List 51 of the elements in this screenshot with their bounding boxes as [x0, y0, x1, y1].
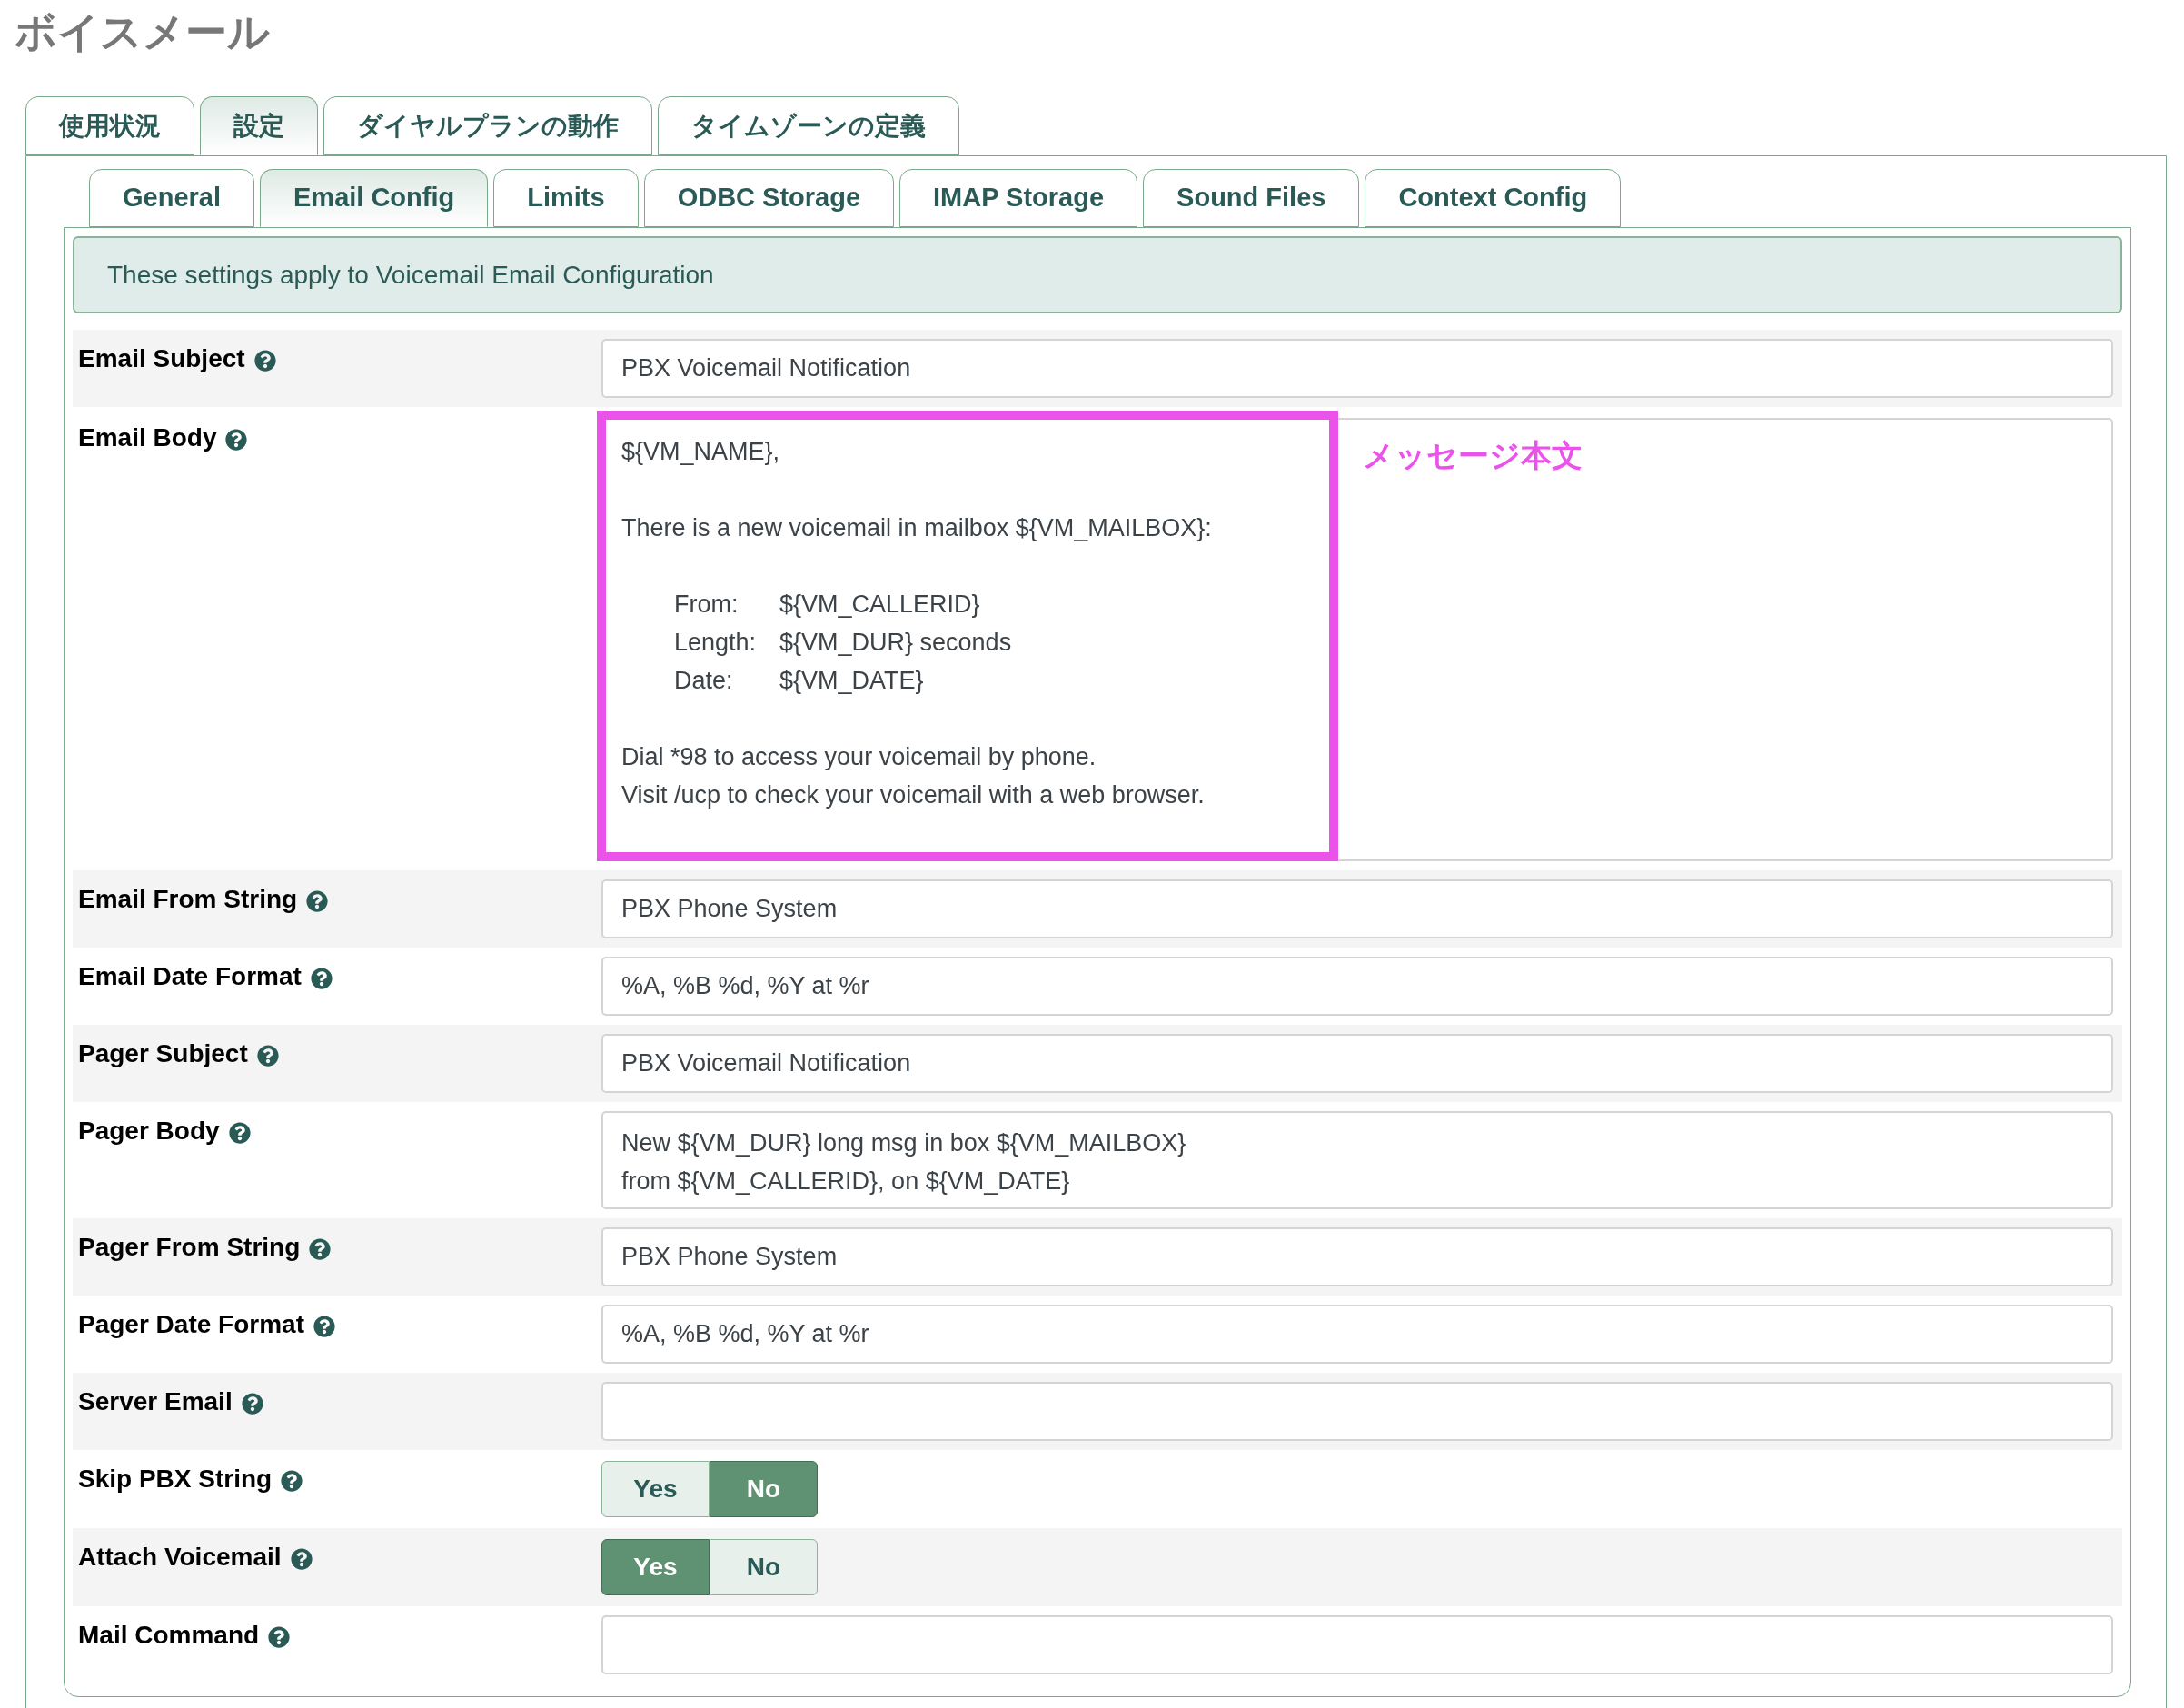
- tab[interactable]: 使用状況: [25, 96, 194, 155]
- tab[interactable]: 設定: [200, 96, 318, 155]
- field-label: Pager Subject: [78, 1038, 248, 1069]
- field-label: Mail Command: [78, 1620, 260, 1651]
- field-label: Server Email: [78, 1386, 233, 1417]
- field-label: Pager Body: [78, 1116, 220, 1147]
- help-icon[interactable]: [313, 1316, 335, 1337]
- input-field[interactable]: PBX Voicemail Notification: [601, 1034, 2113, 1093]
- tab[interactable]: ダイヤルプランの動作: [323, 96, 652, 155]
- help-icon[interactable]: [281, 1470, 303, 1492]
- info-text: These settings apply to Voicemail Email Configuration: [107, 259, 714, 291]
- tab[interactable]: Limits: [493, 169, 639, 227]
- text-area[interactable]: New ${VM_DUR} long msg in box ${VM_MAILBOX} from ${VM_CALLERID}, on ${VM_DATE}: [601, 1111, 2113, 1209]
- tab[interactable]: Email Config: [260, 169, 489, 227]
- input-field[interactable]: PBX Phone System: [601, 1227, 2113, 1286]
- help-icon[interactable]: [268, 1626, 291, 1648]
- help-icon[interactable]: [253, 350, 276, 372]
- field-label: Email Body: [78, 422, 217, 453]
- field-label: Pager Date Format: [78, 1309, 304, 1340]
- help-icon[interactable]: [225, 429, 248, 451]
- annotation-text: メッセージ本文: [1363, 437, 1583, 474]
- toggle-option[interactable]: No: [710, 1539, 818, 1595]
- field-label: Attach Voicemail: [78, 1542, 282, 1573]
- help-icon[interactable]: [256, 1045, 279, 1067]
- field-label: Skip PBX String: [78, 1464, 273, 1494]
- toggle-option[interactable]: Yes: [601, 1461, 710, 1517]
- toggle-option[interactable]: Yes: [601, 1539, 710, 1595]
- input-field[interactable]: PBX Phone System: [601, 879, 2113, 938]
- tab[interactable]: Context Config: [1365, 169, 1622, 227]
- input-field[interactable]: [601, 1382, 2113, 1441]
- input-field[interactable]: %A, %B %d, %Y at %r: [601, 1305, 2113, 1364]
- field-label: Email Date Format: [78, 961, 302, 992]
- tab[interactable]: IMAP Storage: [899, 169, 1138, 227]
- help-icon[interactable]: [290, 1548, 313, 1570]
- input-field[interactable]: [601, 1615, 2113, 1674]
- field-label: Pager From String: [78, 1232, 301, 1263]
- tab[interactable]: ODBC Storage: [643, 169, 895, 227]
- help-icon[interactable]: [228, 1122, 251, 1144]
- field-label: Email From String: [78, 884, 298, 915]
- tab[interactable]: General: [89, 169, 254, 227]
- help-icon[interactable]: [306, 890, 329, 912]
- page-title: ボイスメール: [15, 7, 270, 57]
- help-icon[interactable]: [309, 1238, 332, 1260]
- tab[interactable]: Sound Files: [1143, 169, 1360, 227]
- input-field[interactable]: PBX Voicemail Notification: [601, 339, 2113, 398]
- tab[interactable]: タイムゾーンの定義: [658, 96, 959, 155]
- help-icon[interactable]: [310, 968, 333, 989]
- field-label: Email Subject: [78, 343, 245, 374]
- toggle-option[interactable]: No: [710, 1461, 818, 1517]
- input-field[interactable]: %A, %B %d, %Y at %r: [601, 957, 2113, 1016]
- help-icon[interactable]: [241, 1393, 263, 1415]
